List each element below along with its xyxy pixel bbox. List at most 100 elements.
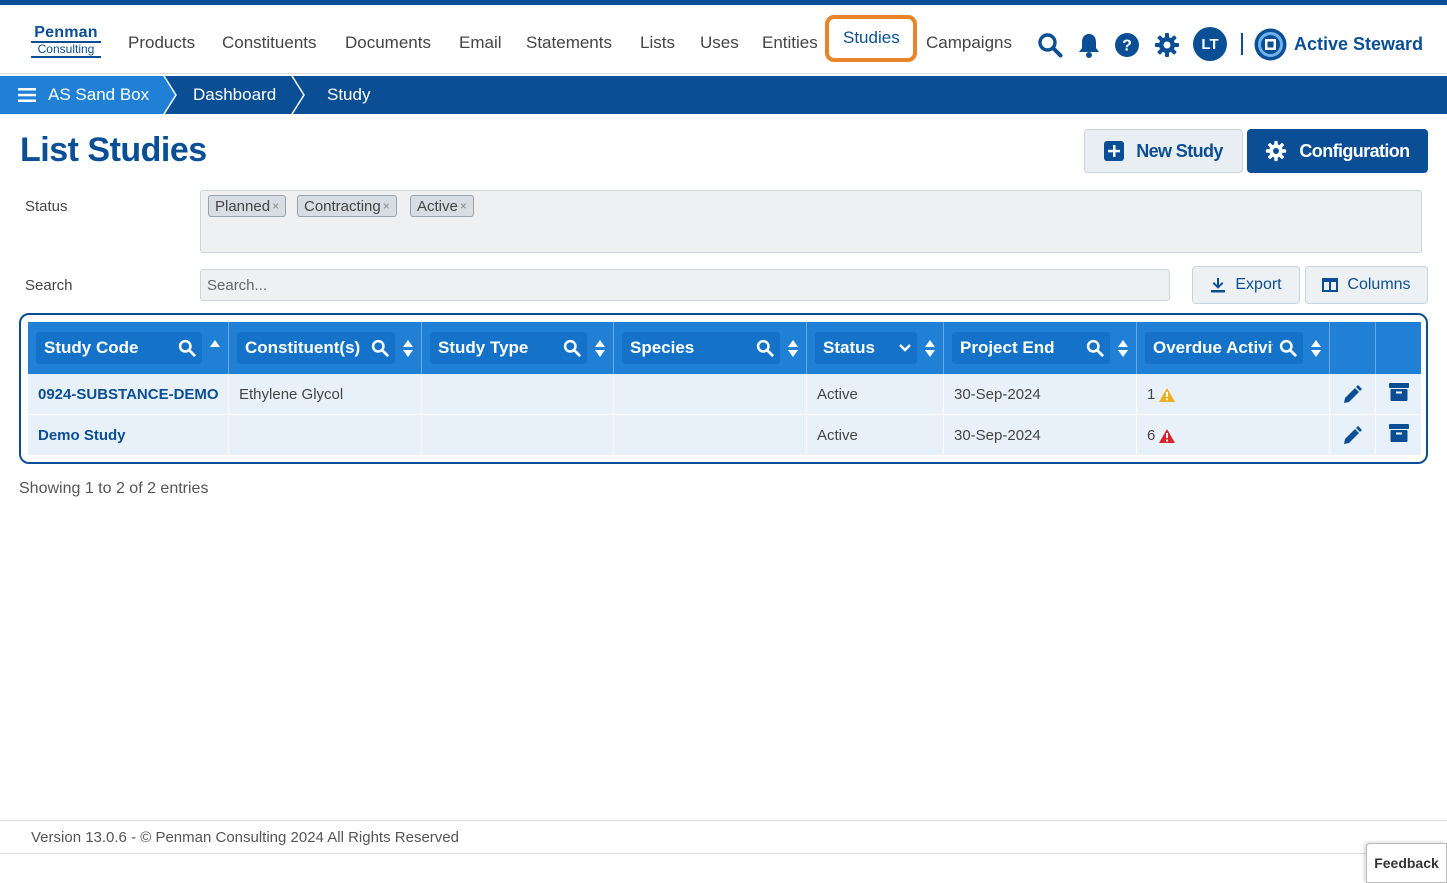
sort-icon[interactable] — [925, 340, 935, 357]
col-study-type[interactable]: Study Type — [422, 322, 614, 374]
col-study-code[interactable]: Study Code — [28, 322, 229, 374]
nav-products[interactable]: Products — [128, 33, 195, 53]
cell-archive — [1376, 374, 1421, 415]
remove-tag-icon[interactable]: × — [383, 199, 390, 213]
col-header-label: Project End — [960, 338, 1055, 357]
table-row[interactable]: 0924-SUBSTANCE-DEMO Ethylene Glycol Acti… — [28, 374, 1421, 415]
status-tag-contracting[interactable]: Contracting × — [297, 195, 397, 217]
table-info: Showing 1 to 2 of 2 entries — [19, 480, 209, 497]
search-icon[interactable] — [1086, 339, 1104, 357]
danger-triangle-icon — [1159, 428, 1176, 443]
sort-icon[interactable] — [1311, 340, 1321, 357]
col-archive — [1376, 322, 1421, 374]
export-label: Export — [1235, 276, 1282, 293]
col-status[interactable]: Status — [807, 322, 944, 374]
nav-documents[interactable]: Documents — [345, 33, 431, 53]
col-header-label: Species — [630, 338, 695, 357]
configuration-button[interactable]: Configuration — [1247, 129, 1428, 173]
nav-campaigns[interactable]: Campaigns — [926, 33, 1012, 53]
breadcrumb-dashboard[interactable]: Dashboard — [193, 76, 276, 114]
edit-pencil-icon[interactable] — [1342, 384, 1362, 405]
search-icon[interactable] — [178, 339, 196, 357]
status-tag-active[interactable]: Active × — [410, 195, 474, 217]
gear-icon — [1266, 140, 1287, 162]
breadcrumb-separator — [160, 76, 177, 114]
col-header-label: Study Type — [438, 338, 529, 357]
remove-tag-icon[interactable]: × — [460, 199, 467, 213]
nav-entities[interactable]: Entities — [762, 33, 818, 53]
col-edit — [1330, 322, 1376, 374]
status-label: Status — [25, 198, 68, 215]
col-species[interactable]: Species — [614, 322, 807, 374]
logo-line1: Penman — [34, 24, 98, 41]
col-project-end[interactable]: Project End — [944, 322, 1137, 374]
table-row[interactable]: Demo Study Active 30-Sep-2024 6 — [28, 415, 1421, 456]
col-header-label: Status — [823, 338, 875, 357]
status-tag-label: Planned — [215, 197, 271, 215]
plus-square-icon — [1104, 141, 1125, 161]
col-header-label: Overdue Activities — [1153, 338, 1273, 357]
cell-study-code[interactable]: 0924-SUBSTANCE-DEMO — [28, 374, 229, 415]
nav-studies[interactable]: Studies — [825, 15, 917, 62]
search-icon[interactable] — [1036, 31, 1064, 59]
nav-uses[interactable]: Uses — [700, 33, 739, 53]
search-input[interactable] — [200, 269, 1170, 301]
col-constituents[interactable]: Constituent(s) — [229, 322, 422, 374]
nav-statements[interactable]: Statements — [526, 33, 612, 53]
col-overdue-activities[interactable]: Overdue Activities — [1137, 322, 1330, 374]
nav-email[interactable]: Email — [459, 33, 502, 53]
breadcrumb-home[interactable]: AS Sand Box — [0, 76, 162, 114]
brand-name: Active Steward — [1294, 34, 1424, 54]
cell-status: Active — [807, 415, 944, 456]
chevron-down-icon[interactable] — [899, 343, 911, 353]
nav-lists[interactable]: Lists — [640, 33, 675, 53]
breadcrumb: AS Sand Box Dashboard Study — [0, 76, 1447, 114]
nav-constituents[interactable]: Constituents — [222, 33, 317, 53]
col-header-label: Study Code — [44, 338, 139, 357]
status-tag-label: Contracting — [304, 197, 381, 215]
col-header-cell: Constituent(s) — [237, 332, 395, 364]
bell-icon[interactable] — [1075, 31, 1103, 59]
search-icon[interactable] — [756, 339, 774, 357]
col-header-cell: Overdue Activities — [1145, 332, 1303, 364]
active-steward-logo-icon — [1254, 28, 1287, 61]
search-label: Search — [25, 277, 73, 294]
cell-study-code[interactable]: Demo Study — [28, 415, 229, 456]
sort-icon[interactable] — [403, 340, 413, 357]
sort-icon[interactable] — [1118, 340, 1128, 357]
active-steward-brand: Active Steward — [1254, 28, 1423, 61]
status-tag-planned[interactable]: Planned × — [208, 195, 287, 217]
penman-logo[interactable]: Penman Consulting — [31, 24, 101, 58]
user-avatar[interactable]: LT — [1193, 27, 1227, 61]
search-icon[interactable] — [1279, 339, 1297, 357]
col-header-cell: Species — [622, 332, 780, 364]
col-header-label: Constituent(s) — [245, 338, 361, 357]
help-icon[interactable]: ? — [1113, 31, 1141, 59]
cell-edit — [1330, 374, 1376, 415]
search-icon[interactable] — [371, 339, 389, 357]
new-study-button[interactable]: New Study — [1084, 129, 1243, 173]
nav-divider — [1241, 33, 1243, 55]
status-multiselect[interactable]: Planned × Contracting × Active × — [200, 190, 1422, 253]
cell-edit — [1330, 415, 1376, 456]
sort-icon[interactable] — [788, 340, 798, 357]
columns-button[interactable]: Columns — [1305, 266, 1428, 304]
footer: Version 13.0.6 - © Penman Consulting 202… — [0, 820, 1447, 854]
archive-box-icon[interactable] — [1389, 424, 1409, 442]
gear-icon[interactable] — [1153, 31, 1181, 59]
sort-icon[interactable] — [595, 340, 605, 357]
remove-tag-icon[interactable]: × — [272, 199, 279, 213]
edit-pencil-icon[interactable] — [1342, 425, 1362, 446]
configuration-label: Configuration — [1299, 140, 1410, 161]
cell-status: Active — [807, 374, 944, 415]
cell-project-end: 30-Sep-2024 — [944, 415, 1137, 456]
page-title: List Studies — [20, 131, 207, 169]
search-icon[interactable] — [563, 339, 581, 357]
export-button[interactable]: Export — [1192, 266, 1300, 304]
cell-overdue: 1 — [1137, 374, 1330, 415]
feedback-button[interactable]: Feedback — [1366, 843, 1447, 883]
cell-constituents: Ethylene Glycol — [229, 374, 422, 415]
table-header: Study Code Constituent(s) Study Type Spe… — [28, 322, 1421, 374]
sort-asc-icon[interactable] — [210, 340, 220, 348]
archive-box-icon[interactable] — [1389, 383, 1409, 401]
